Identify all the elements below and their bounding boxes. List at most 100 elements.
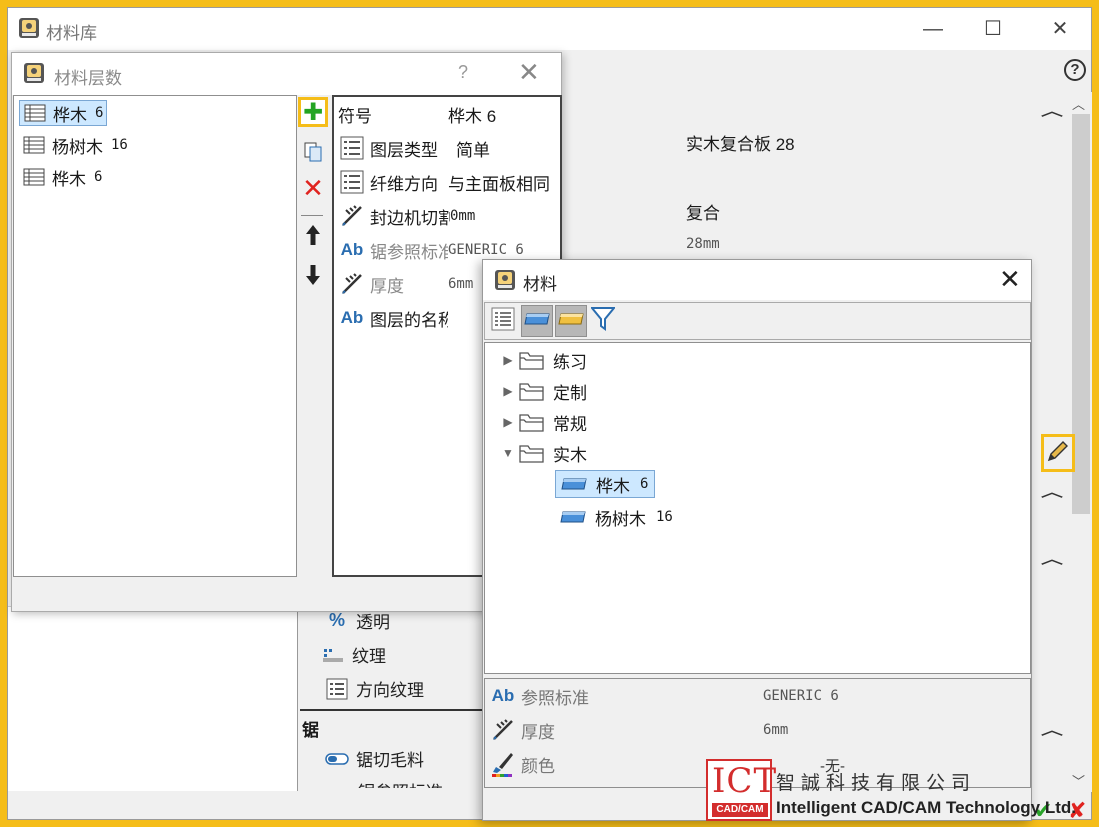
expand-arrow-icon[interactable]: ▶ [497, 415, 519, 429]
texture-label: 纹理 [352, 647, 386, 666]
saw-reference-label: 锯参照标准 [358, 778, 443, 788]
section-divider [300, 709, 490, 711]
tree-folder[interactable]: ▼ 实木 [497, 439, 587, 467]
layer-name: 桦木 [52, 169, 86, 189]
layer-type-value: 简单 [456, 140, 490, 160]
material-thickness: 16 [656, 509, 673, 525]
thickness-row[interactable]: 厚度 6mm [338, 269, 473, 299]
thickness-label: 厚度 [521, 722, 555, 742]
saw-reference-label: 锯参照标准 [370, 242, 448, 262]
saw-blank-row[interactable]: 锯切毛料 [324, 746, 424, 771]
color-label: 颜色 [521, 756, 555, 776]
layer-item[interactable]: 桦木 6 [19, 164, 105, 190]
tree-folder[interactable]: ▶ 定制 [497, 377, 587, 405]
caliper-icon [338, 272, 366, 296]
layer-name-row[interactable]: Ab 图层的名称 [338, 303, 452, 333]
saw-reference-value: GENERIC 6 [448, 242, 524, 258]
material-tree[interactable]: ▶ 练习 ▶ 定制 ▶ 常规 ▼ 实木 桦木 6 杨树木 16 [484, 342, 1031, 674]
delete-x-icon: ✕ [302, 172, 324, 203]
move-up-button[interactable] [298, 223, 328, 253]
delete-layer-button[interactable]: ✕ [298, 173, 328, 203]
copy-layer-button[interactable] [298, 139, 328, 169]
text-ab-icon: Ab [491, 686, 515, 705]
collapse-arrow-icon[interactable]: ▼ [497, 446, 519, 460]
folder-label: 常规 [553, 414, 587, 434]
layers-icon [22, 167, 46, 187]
material-title-bar: 材料 ✕ [483, 260, 1031, 300]
watermark-company-cn: 智誠科技有限公司 [776, 773, 977, 794]
symbol-value: 桦木 6 [448, 106, 497, 126]
scroll-down-icon[interactable]: ﹀ [1072, 771, 1085, 790]
tree-folder[interactable]: ▶ 常规 [497, 408, 587, 436]
expand-arrow-icon[interactable]: ▶ [497, 384, 519, 398]
arrow-up-icon [305, 224, 321, 253]
folder-icon [519, 411, 545, 433]
minimize-button[interactable]: — [913, 14, 953, 44]
saw-section-title: 锯 [302, 721, 319, 740]
layer-item[interactable]: 杨树木 16 [19, 132, 131, 158]
close-button[interactable]: ✕ [1040, 14, 1080, 44]
thickness-value: 6mm [448, 276, 474, 292]
help-button[interactable]: ? [458, 62, 468, 83]
filter-button[interactable] [587, 305, 619, 337]
add-layer-button[interactable]: ✚ [298, 97, 328, 127]
layer-type-row[interactable]: 图层类型 简单 [338, 133, 490, 163]
fiber-direction-row[interactable]: 纤维方向 与主面板相同 [338, 167, 550, 197]
main-title-bar: 材料库 — ☐ ✕ [8, 8, 1091, 50]
yellow-board-filter-button[interactable] [555, 305, 587, 337]
direction-texture-row[interactable]: 方向纹理 [324, 676, 424, 701]
tree-material-item[interactable]: 桦木 6 [555, 470, 656, 498]
tree-folder[interactable]: ▶ 练习 [497, 346, 587, 374]
symbol-row[interactable]: 符号 桦木 6 [338, 99, 496, 129]
color-row[interactable]: 颜色 [489, 749, 555, 779]
edit-button[interactable] [1041, 434, 1075, 472]
tree-material-item[interactable]: 杨树木 16 [555, 503, 679, 531]
funnel-icon [589, 306, 617, 337]
folder-open-icon [519, 442, 545, 464]
material-library-icon [23, 62, 45, 89]
layer-list[interactable]: 桦木 6 杨树木 16 桦木 6 [13, 95, 297, 577]
help-icon[interactable]: ? [1064, 59, 1086, 81]
reference-row[interactable]: Ab 参照标准 [489, 681, 589, 711]
material-type-value: 复合 [686, 204, 720, 223]
close-button[interactable]: ✕ [999, 264, 1021, 295]
edge-cut-label: 封边机切割 [370, 208, 450, 228]
edge-cut-row[interactable]: 封边机切割 0mm [338, 201, 475, 231]
reference-value: GENERIC 6 [763, 688, 839, 704]
layer-thickness: 6 [94, 169, 103, 185]
blue-board-filter-button[interactable] [521, 305, 553, 337]
thickness-label: 厚度 [370, 276, 404, 296]
fiber-direction-label: 纤维方向 [370, 174, 438, 194]
layers-icon [22, 135, 46, 155]
toolbar-separator [301, 215, 323, 216]
brush-color-icon [489, 751, 517, 777]
layer-toolbar: ✚ ✕ [297, 95, 331, 577]
maximize-button[interactable]: ☐ [973, 14, 1013, 44]
texture-row[interactable]: 纹理 [320, 642, 386, 667]
material-thickness: 6 [640, 476, 649, 492]
layers-title-bar: 材料层数 ? ✕ [12, 53, 561, 95]
material-library-icon [494, 269, 516, 296]
reference-label: 参照标准 [521, 688, 589, 708]
main-title: 材料库 [46, 24, 97, 43]
list-icon [338, 170, 366, 194]
material-name: 桦木 [596, 476, 630, 496]
direction-texture-label: 方向纹理 [356, 681, 424, 700]
pencil-icon [1046, 439, 1070, 468]
collapse-chevron-icon[interactable]: ︿ [1041, 548, 1063, 567]
layer-item[interactable]: 桦木 6 [19, 100, 108, 126]
collapse-chevron-icon[interactable]: ︿ [1041, 719, 1063, 738]
material-dialog: 材料 ✕ ▶ 练习 ▶ 定制 ▶ 常规 ▼ 实木 桦木 6 杨树木 16 Ab … [482, 259, 1032, 821]
expand-arrow-icon[interactable]: ▶ [497, 353, 519, 367]
collapse-chevron-icon[interactable]: ︿ [1041, 100, 1063, 119]
move-down-button[interactable] [298, 263, 328, 293]
saw-reference-row-partial: 锯参照标准 [358, 778, 443, 788]
scroll-up-icon[interactable]: ︿ [1072, 94, 1085, 113]
collapse-chevron-icon[interactable]: ︿ [1041, 481, 1063, 500]
board-yellow-icon [557, 312, 585, 331]
folder-label: 定制 [553, 383, 587, 403]
thickness-row[interactable]: 厚度 [489, 715, 555, 745]
list-view-button[interactable] [487, 305, 519, 337]
close-button[interactable]: ✕ [518, 57, 540, 88]
list-icon [324, 678, 350, 700]
